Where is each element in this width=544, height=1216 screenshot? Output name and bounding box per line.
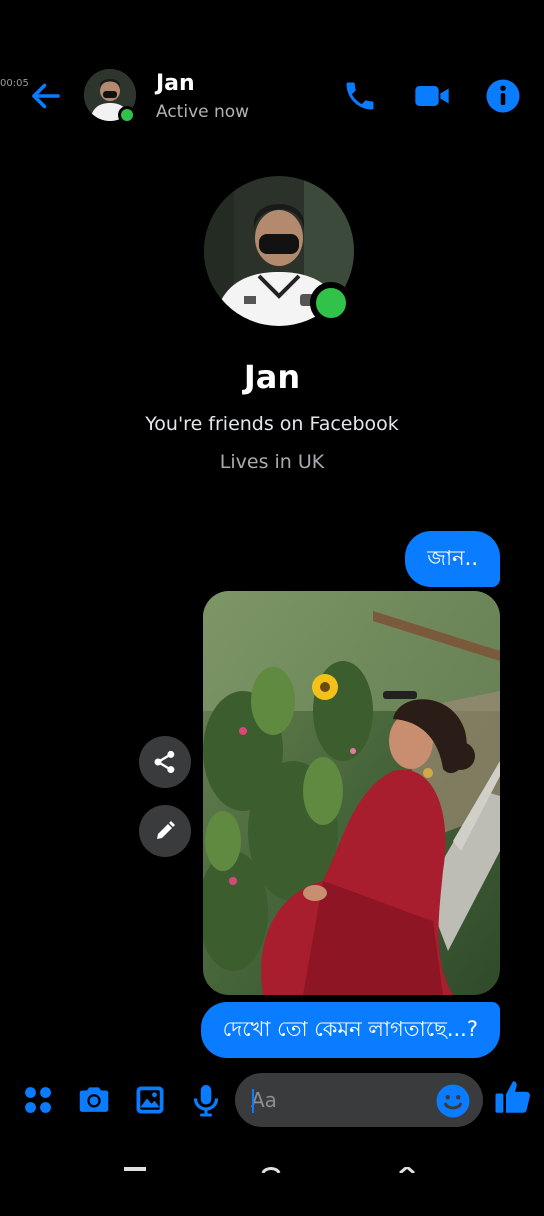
- apps-button[interactable]: [17, 1079, 59, 1121]
- active-status: Active now: [156, 102, 250, 122]
- back-triangle-icon: [399, 1165, 415, 1175]
- back-arrow-icon: [32, 83, 60, 109]
- phone-icon: [346, 82, 374, 110]
- emoji-icon[interactable]: [435, 1083, 471, 1119]
- online-indicator: [118, 106, 136, 124]
- share-button[interactable]: [139, 736, 191, 788]
- system-back-button[interactable]: [398, 1158, 416, 1175]
- pencil-icon: [157, 821, 175, 839]
- thumbs-up-icon: [495, 1081, 530, 1113]
- edit-button[interactable]: [139, 805, 191, 857]
- home-icon: [261, 1167, 281, 1174]
- recent-apps-button[interactable]: [124, 1158, 146, 1171]
- home-button[interactable]: [261, 1158, 281, 1174]
- message-input[interactable]: [251, 1073, 421, 1127]
- recent-apps-icon: [124, 1167, 146, 1171]
- video-call-button[interactable]: [412, 76, 452, 116]
- friendship-info: You're friends on Facebook: [145, 413, 399, 435]
- gallery-button[interactable]: [129, 1079, 171, 1121]
- camera-button[interactable]: [73, 1079, 115, 1121]
- like-button[interactable]: [492, 1076, 534, 1118]
- contact-name[interactable]: Jan: [156, 71, 195, 96]
- camera-icon: [79, 1087, 109, 1112]
- online-indicator-large: [310, 282, 352, 324]
- text-cursor: [252, 1089, 254, 1113]
- message-bubble-sent[interactable]: জান..: [405, 531, 500, 587]
- video-camera-icon: [415, 86, 449, 106]
- message-input-container[interactable]: [235, 1073, 483, 1127]
- status-time: 00:05: [0, 78, 29, 89]
- gallery-icon: [136, 1086, 164, 1114]
- info-icon: [486, 79, 520, 113]
- voice-call-button[interactable]: [340, 76, 380, 116]
- apps-grid-icon: [25, 1087, 51, 1113]
- voice-message-button[interactable]: [185, 1079, 227, 1121]
- message-bubble-sent[interactable]: দেখো তো কেমন লাগতাছে...?: [200, 1002, 500, 1058]
- microphone-icon: [193, 1085, 219, 1117]
- location-info: Lives in UK: [219, 451, 325, 473]
- share-icon: [154, 750, 175, 774]
- info-button[interactable]: [483, 76, 523, 116]
- back-button[interactable]: [26, 76, 66, 116]
- profile-name: Jan: [243, 358, 301, 396]
- photo-message[interactable]: [203, 591, 500, 995]
